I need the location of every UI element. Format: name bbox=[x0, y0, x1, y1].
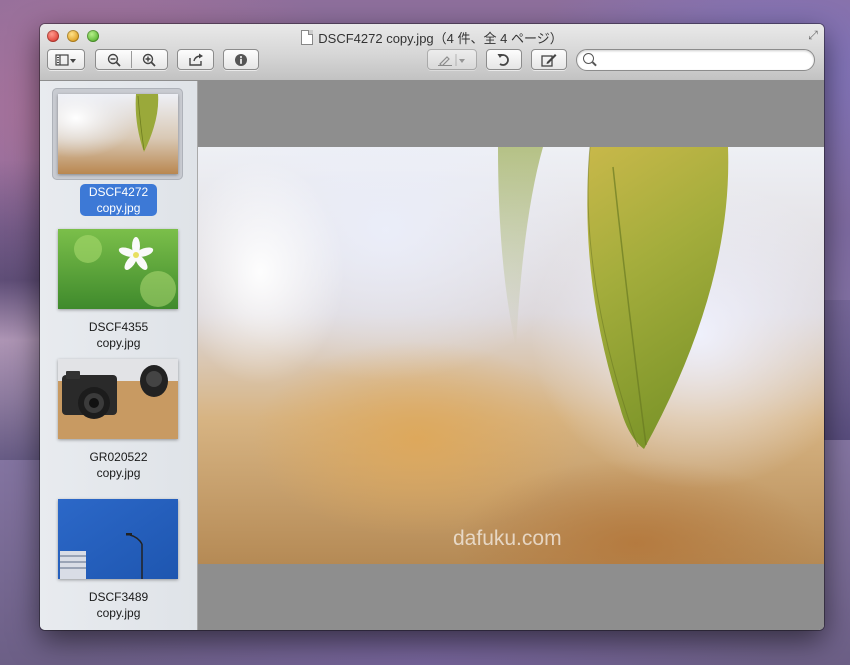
title-bar: DSCF4272 copy.jpg（4 件、全 4 ページ） ⤢ bbox=[40, 24, 824, 81]
thumbnail-caption: GR020522 copy.jpg bbox=[40, 449, 197, 481]
thumbnail-ext: copy.jpg bbox=[96, 336, 141, 350]
zoom-out-icon bbox=[107, 53, 121, 67]
edit-icon bbox=[541, 53, 557, 67]
pen-icon bbox=[438, 53, 465, 66]
zoom-control bbox=[95, 49, 168, 70]
markup-button[interactable] bbox=[427, 49, 477, 70]
rotate-button[interactable] bbox=[486, 49, 522, 70]
thumbnail-caption: DSCF4272 copy.jpg bbox=[40, 184, 197, 216]
main-image[interactable]: dafuku.com bbox=[198, 147, 824, 564]
thumbnail-caption: DSCF4355 copy.jpg bbox=[40, 319, 197, 351]
search-input[interactable] bbox=[599, 52, 808, 70]
fullscreen-icon[interactable]: ⤢ bbox=[806, 28, 820, 42]
info-button[interactable] bbox=[223, 49, 259, 70]
watermark-text: dafuku.com bbox=[453, 527, 562, 550]
thumbnail-caption-pill: DSCF4272 copy.jpg bbox=[79, 184, 158, 216]
share-icon bbox=[188, 53, 203, 66]
thumbnail-name: DSCF4272 bbox=[88, 185, 149, 199]
thumbnail-name: DSCF3489 bbox=[88, 590, 149, 604]
thumbnail-ext: copy.jpg bbox=[96, 201, 141, 215]
info-icon bbox=[235, 53, 247, 66]
search-icon bbox=[583, 53, 594, 64]
thumbnail-image[interactable] bbox=[58, 499, 178, 579]
sidebar-icon bbox=[55, 53, 76, 66]
thumbnail-name: GR020522 bbox=[89, 450, 148, 464]
zoom-in-button[interactable] bbox=[132, 50, 167, 69]
rotate-icon bbox=[497, 53, 509, 66]
thumbnail-image[interactable] bbox=[58, 94, 178, 174]
view-menu-button[interactable] bbox=[47, 49, 85, 70]
document-icon[interactable] bbox=[301, 30, 314, 45]
preview-window: DSCF4272 copy.jpg（4 件、全 4 ページ） ⤢ DSCF427… bbox=[40, 24, 824, 630]
thumbnail-ext: copy.jpg bbox=[96, 606, 141, 620]
thumbnail-sidebar: DSCF4272 copy.jpg DSCF4355 copy.jpg GR02… bbox=[40, 81, 198, 630]
window-title-wrap: DSCF4272 copy.jpg（4 件、全 4 ページ） bbox=[40, 28, 824, 47]
zoom-in-icon bbox=[143, 53, 157, 67]
window-title: DSCF4272 copy.jpg（4 件、全 4 ページ） bbox=[318, 31, 563, 46]
share-button[interactable] bbox=[177, 49, 214, 70]
search-field[interactable] bbox=[576, 49, 815, 71]
desktop-background-right bbox=[820, 300, 850, 440]
thumbnail-caption: DSCF3489 copy.jpg bbox=[40, 589, 197, 621]
thumbnail-name: DSCF4355 bbox=[88, 320, 149, 334]
thumbnail-image[interactable] bbox=[58, 359, 178, 439]
zoom-out-button[interactable] bbox=[96, 50, 131, 69]
image-viewer: dafuku.com bbox=[198, 81, 824, 630]
thumbnail-ext: copy.jpg bbox=[96, 466, 141, 480]
edit-button[interactable] bbox=[531, 49, 567, 70]
thumbnail-image[interactable] bbox=[58, 229, 178, 309]
